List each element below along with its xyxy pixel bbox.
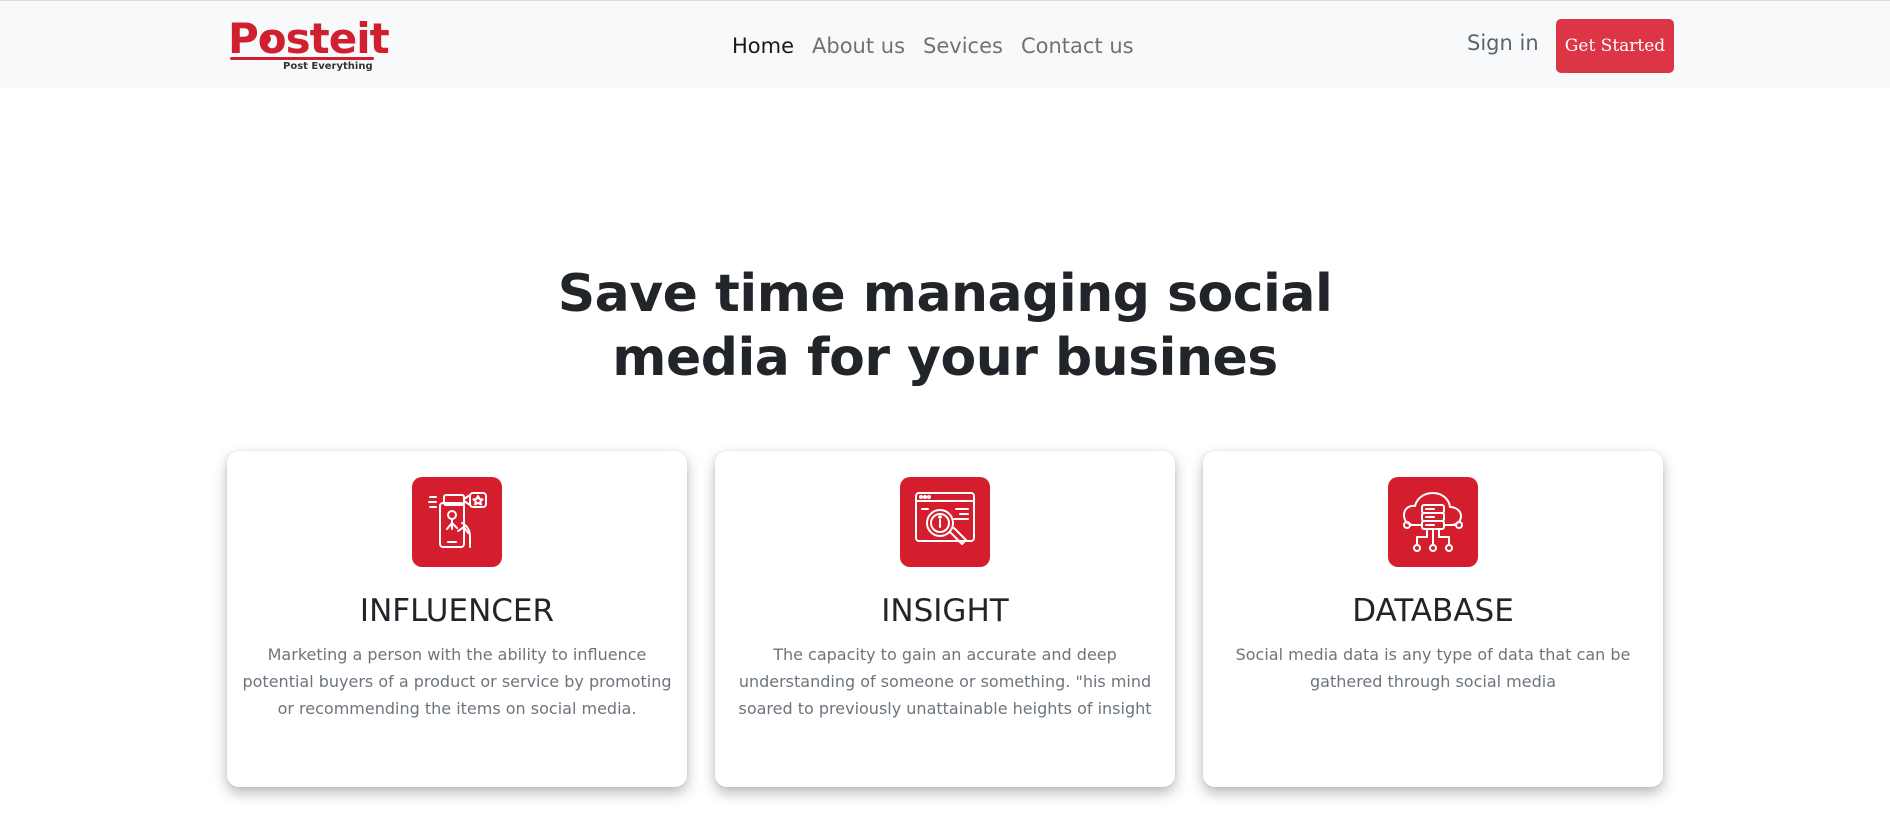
insight-icon [900,477,990,567]
logo-wordmark: Posteit [228,14,390,63]
navbar: Posteit Post Everything Home About us Se… [0,0,1890,88]
hero-title-line-1: Save time managing social [557,264,1333,324]
nav-link-about[interactable]: About us [812,29,905,63]
brand-logo[interactable]: Posteit Post Everything [228,15,390,75]
logo-underline [230,57,374,60]
hero-title-line-2: media for your busines [612,328,1278,388]
card-title: INSIGHT [881,593,1009,629]
nav-link-services[interactable]: Sevices [923,29,1003,63]
card-description: The capacity to gain an accurate and dee… [738,645,1152,718]
feature-card-insight: INSIGHT The capacity to gain an accurate… [715,451,1175,787]
card-title: DATABASE [1352,593,1514,629]
nav-link-contact[interactable]: Contact us [1021,29,1134,63]
card-description: Marketing a person with the ability to i… [242,645,672,718]
get-started-button[interactable]: Get Started [1556,19,1674,73]
nav-links: Home About us Sevices Contact us [732,29,1134,63]
hero-title: Save time managing social media for your… [545,262,1345,390]
card-title: INFLUENCER [359,593,555,629]
card-description: Social media data is any type of data th… [1235,645,1631,691]
sign-in-link[interactable]: Sign in [1467,26,1539,60]
database-icon [1388,477,1478,567]
influencer-icon [412,477,502,567]
feature-card-database: DATABASE Social media data is any type o… [1203,451,1663,787]
nav-link-home[interactable]: Home [732,29,794,63]
feature-card-influencer: INFLUENCER Marketing a person with the a… [227,451,687,787]
logo-tagline: Post Everything [283,61,373,72]
